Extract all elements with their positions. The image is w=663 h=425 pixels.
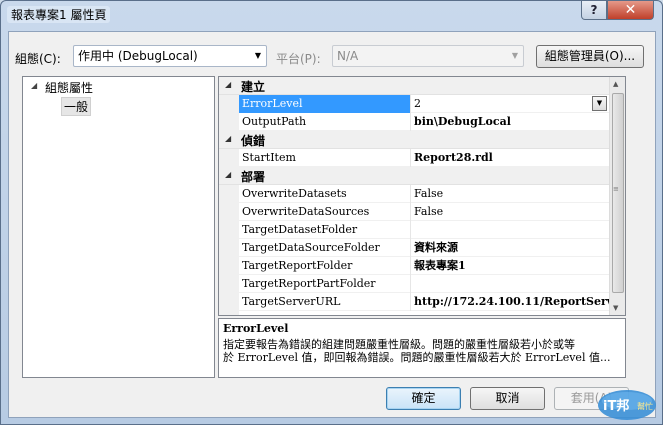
- row-gutter: [219, 113, 239, 131]
- row-gutter: [219, 275, 239, 293]
- chevron-down-icon: ▼: [254, 51, 262, 60]
- property-row[interactable]: TargetServerURL http://172.24.100.11/Repo…: [219, 293, 609, 311]
- category-row[interactable]: ◢ 偵錯: [219, 131, 609, 149]
- tree-item-general[interactable]: 一般: [61, 97, 92, 116]
- property-value[interactable]: bin\DebugLocal: [412, 113, 609, 131]
- property-name[interactable]: ErrorLevel: [239, 95, 411, 113]
- collapse-triangle-icon[interactable]: ◢: [225, 170, 231, 179]
- platform-value: N/A: [337, 49, 359, 63]
- row-gutter: [219, 257, 239, 275]
- dialog-body: 組態(C): 作用中 (DebugLocal) ▼ 平台(P): N/A ▼ 組…: [8, 31, 656, 418]
- scrollbar-thumb[interactable]: [612, 93, 624, 293]
- configuration-label: 組態(C):: [15, 52, 61, 66]
- property-row[interactable]: OverwriteDataSources False: [219, 203, 609, 221]
- collapse-triangle-icon[interactable]: ◢: [225, 134, 231, 143]
- cancel-button[interactable]: 取消: [470, 387, 545, 410]
- property-grid[interactable]: ◢ 建立 ErrorLevel 2 ▼ OutputPath bin\DebugLocal ◢…: [218, 76, 626, 316]
- collapse-triangle-icon[interactable]: ◢: [31, 81, 37, 90]
- logo-sub-text: 幫忙: [637, 401, 653, 411]
- category-row[interactable]: ◢ 部署: [219, 167, 609, 185]
- logo-brand-text: iT邦: [603, 398, 629, 414]
- category-tree[interactable]: ◢ 組態屬性 一般: [22, 76, 215, 378]
- property-row[interactable]: TargetReportFolder 報表專案1: [219, 257, 609, 275]
- close-button[interactable]: ✕: [607, 1, 654, 20]
- property-row[interactable]: TargetDatasetFolder: [219, 221, 609, 239]
- ok-button[interactable]: 確定: [386, 387, 461, 410]
- row-gutter: [219, 311, 239, 315]
- scrollbar-grip-icon: ≡: [613, 185, 619, 193]
- property-value[interactable]: [412, 275, 609, 293]
- collapse-triangle-icon[interactable]: ◢: [225, 80, 231, 89]
- chevron-down-icon: ▼: [511, 51, 519, 60]
- property-row[interactable]: StartItem Report28.rdl: [219, 149, 609, 167]
- configuration-manager-button[interactable]: 組態管理員(O)...: [536, 45, 644, 68]
- property-name[interactable]: OverwriteDataSources: [239, 203, 411, 221]
- row-gutter: [219, 203, 239, 221]
- property-value[interactable]: Report28.rdl: [412, 149, 609, 167]
- property-value[interactable]: False: [412, 185, 609, 203]
- property-row[interactable]: TargetDataSourceFolder 資料來源: [219, 239, 609, 257]
- scroll-down-icon[interactable]: ▼: [613, 304, 618, 312]
- property-row[interactable]: OutputPath bin\DebugLocal: [219, 113, 609, 131]
- ithome-logo-icon: iT邦 幫忙: [598, 390, 656, 420]
- property-row[interactable]: OverwriteDatasets False: [219, 185, 609, 203]
- help-button[interactable]: ?: [581, 1, 607, 20]
- row-gutter: [219, 185, 239, 203]
- category-row[interactable]: ◢ 建立: [219, 77, 609, 95]
- property-value[interactable]: http://172.24.100.11/ReportServer: [412, 293, 609, 311]
- scroll-up-icon[interactable]: ▲: [613, 80, 618, 88]
- platform-dropdown[interactable]: N/A ▼: [332, 45, 524, 67]
- property-name[interactable]: TargetReportPartFolder: [239, 275, 411, 293]
- row-gutter: [219, 95, 239, 113]
- category-name: 建立: [241, 80, 266, 94]
- row-gutter: [219, 221, 239, 239]
- property-value[interactable]: [412, 221, 609, 239]
- properties-dialog: 報表專案1 屬性頁 ? ✕ 組態(C): 作用中 (DebugLocal) ▼ …: [0, 0, 663, 425]
- property-name[interactable]: TargetServerURL: [239, 293, 411, 311]
- property-name[interactable]: TargetDataSourceFolder: [239, 239, 411, 257]
- property-value[interactable]: 報表專案1: [412, 257, 609, 275]
- property-name[interactable]: TargetDatasetFolder: [239, 221, 411, 239]
- description-panel: ErrorLevel 指定要報告為錯誤的組建問題嚴重性層級。問題的嚴重性層級若小…: [218, 318, 626, 378]
- property-value[interactable]: 2: [412, 95, 609, 113]
- description-text: 指定要報告為錯誤的組建問題嚴重性層級。問題的嚴重性層級若小於或等 於 Error…: [223, 338, 611, 364]
- dropdown-arrow-icon[interactable]: ▼: [592, 96, 607, 111]
- property-value[interactable]: False: [412, 203, 609, 221]
- row-gutter: [219, 293, 239, 311]
- category-name: 部署: [241, 170, 266, 184]
- row-gutter: [219, 149, 239, 167]
- configuration-value: 作用中 (DebugLocal): [78, 49, 198, 63]
- tree-item-configuration-properties[interactable]: 組態屬性: [45, 79, 93, 96]
- configuration-dropdown[interactable]: 作用中 (DebugLocal) ▼: [73, 45, 267, 67]
- property-row[interactable]: TargetReportPartFolder: [219, 275, 609, 293]
- description-title: ErrorLevel: [223, 322, 289, 335]
- empty-row: [219, 311, 609, 315]
- row-gutter: [219, 239, 239, 257]
- window-title: 報表專案1 屬性頁: [7, 6, 111, 23]
- property-row[interactable]: ErrorLevel 2 ▼: [219, 95, 609, 113]
- property-grid-scrollbar[interactable]: ▲ ≡ ▼: [609, 77, 625, 315]
- property-name[interactable]: OverwriteDatasets: [239, 185, 411, 203]
- property-name[interactable]: OutputPath: [239, 113, 411, 131]
- property-value[interactable]: 資料來源: [412, 239, 609, 257]
- title-bar: 報表專案1 屬性頁 ? ✕: [1, 1, 662, 27]
- category-name: 偵錯: [241, 134, 266, 148]
- property-name[interactable]: TargetReportFolder: [239, 257, 411, 275]
- property-name[interactable]: StartItem: [239, 149, 411, 167]
- platform-label: 平台(P):: [276, 52, 321, 66]
